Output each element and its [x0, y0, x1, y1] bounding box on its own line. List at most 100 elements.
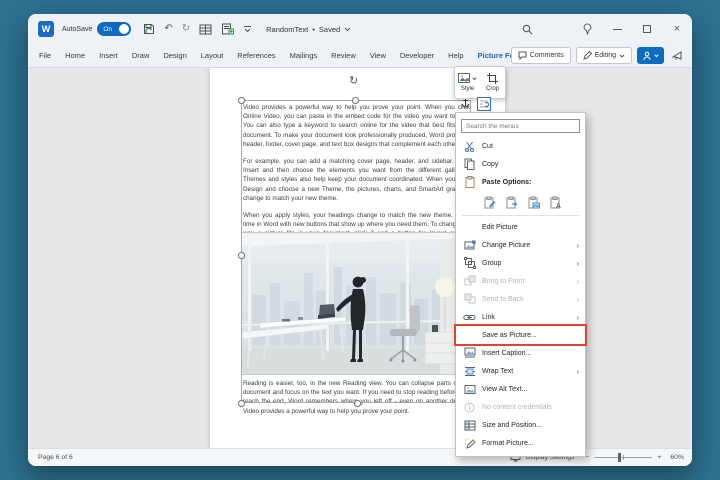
document-picture[interactable]	[241, 232, 471, 375]
submenu-arrow-icon: ›	[576, 367, 579, 376]
menu-item-format-picture[interactable]: Format Picture...	[456, 434, 585, 452]
search-icon[interactable]	[512, 14, 542, 44]
menu-item-group[interactable]: Group ›	[456, 254, 585, 272]
tab-developer[interactable]: Developer	[393, 44, 441, 68]
chevron-down-icon	[344, 27, 351, 32]
close-button[interactable]: ×	[662, 14, 692, 44]
menu-item-size-and-position[interactable]: Size and Position...	[456, 416, 585, 434]
menu-item-copy[interactable]: Copy	[456, 155, 585, 173]
tab-insert[interactable]: Insert	[92, 44, 125, 68]
save-status: Saved	[319, 25, 340, 34]
save-icon[interactable]	[143, 23, 155, 35]
menu-item-change-picture[interactable]: Change Picture ›	[456, 236, 585, 254]
window-controls: ×	[512, 14, 692, 44]
maximize-button[interactable]	[632, 14, 662, 44]
menu-item-link[interactable]: Link ›	[456, 308, 585, 326]
status-bar: Page 6 of 6 Display Settings − + 60%	[28, 448, 692, 466]
menu-item-save-as-picture[interactable]: Save as Picture...	[456, 326, 585, 344]
tab-references[interactable]: References	[230, 44, 282, 68]
style-button[interactable]: Style	[455, 67, 480, 98]
chevron-down-icon	[472, 77, 477, 81]
menu-item-edit-picture[interactable]: Edit Picture	[456, 218, 585, 236]
autosave-state: On	[103, 26, 112, 33]
tab-design[interactable]: Design	[156, 44, 193, 68]
tab-mailings[interactable]: Mailings	[283, 44, 325, 68]
paste-keep-formatting-icon[interactable]	[482, 194, 498, 210]
picture-context-menu: Cut Copy Paste Options:	[455, 112, 586, 457]
title-bar: W AutoSave On ↶ ↻	[28, 14, 692, 44]
submenu-arrow-icon: ›	[576, 241, 579, 250]
menu-item-insert-caption[interactable]: Insert Caption...	[456, 344, 585, 362]
menu-item-label: No content credentials	[482, 404, 579, 411]
zoom-in-button[interactable]: +	[657, 454, 661, 461]
zoom-slider-thumb[interactable]	[618, 453, 621, 462]
group-icon	[462, 257, 477, 269]
menu-item-label: Size and Position...	[482, 422, 579, 429]
document-title[interactable]: RandomText • Saved	[266, 25, 351, 34]
title-separator: •	[312, 25, 315, 34]
submenu-arrow-icon: ›	[576, 277, 579, 286]
tab-home[interactable]: Home	[58, 44, 92, 68]
selection-handle-bottom-left[interactable]	[238, 400, 245, 407]
paragraph: For example, you can add a matching cove…	[243, 157, 470, 203]
format-picture-icon	[462, 437, 477, 449]
paste-merge-formatting-icon[interactable]	[504, 194, 520, 210]
selection-handle-top-left[interactable]	[238, 97, 245, 104]
menu-item-wrap-text[interactable]: Wrap Text ›	[456, 362, 585, 380]
menu-item-label: Edit Picture	[482, 224, 579, 231]
desktop-background: W AutoSave On ↶ ↻	[0, 0, 720, 480]
paste-picture-icon[interactable]	[526, 194, 542, 210]
menu-item-label: Format Picture...	[482, 440, 579, 447]
qat-customize-icon[interactable]	[243, 25, 252, 33]
menu-item-cut[interactable]: Cut	[456, 137, 585, 155]
zoom-slider[interactable]	[594, 457, 652, 458]
tab-layout[interactable]: Layout	[194, 44, 231, 68]
menu-separator	[462, 215, 579, 216]
selection-handle-top-center[interactable]	[352, 97, 359, 104]
editing-mode-button[interactable]: Editing	[576, 47, 632, 64]
zoom-level[interactable]: 60%	[670, 454, 684, 461]
paste-options-row: A	[456, 191, 585, 213]
menu-item-content-credentials: No content credentials	[456, 398, 585, 416]
tab-review[interactable]: Review	[324, 44, 363, 68]
menu-search-box[interactable]	[461, 119, 580, 133]
layout-options-button[interactable]	[477, 97, 491, 111]
chevron-down-icon	[654, 54, 659, 58]
comments-label: Comments	[530, 52, 564, 59]
menu-item-label: Bring to Front	[482, 278, 572, 285]
selection-handle-middle-left[interactable]	[238, 252, 245, 259]
autosave-toggle[interactable]: On	[97, 22, 131, 36]
page-indicator[interactable]: Page 6 of 6	[38, 454, 73, 461]
autosave-label: AutoSave	[62, 26, 92, 33]
tab-draw[interactable]: Draw	[125, 44, 157, 68]
table-icon[interactable]	[199, 24, 212, 35]
word-window: W AutoSave On ↶ ↻	[28, 14, 692, 466]
comments-button[interactable]: Comments	[511, 47, 571, 64]
size-position-icon	[462, 420, 477, 431]
menu-item-label: Paste Options:	[482, 179, 579, 186]
redo-button[interactable]: ↻	[182, 24, 190, 34]
paragraph: Reading is easier, too, in the new Readi…	[243, 379, 470, 416]
selection-handle-bottom-center[interactable]	[354, 400, 361, 407]
undo-button[interactable]: ↶	[164, 24, 172, 34]
minimize-button[interactable]	[602, 14, 632, 44]
ribbon-right-controls: Comments Editing	[511, 47, 684, 64]
menu-search-input[interactable]	[466, 123, 575, 130]
info-icon	[462, 402, 477, 413]
word-logo: W	[38, 21, 54, 37]
bring-to-front-icon	[462, 275, 477, 287]
share-button[interactable]	[637, 47, 664, 64]
menu-item-view-alt-text[interactable]: View Alt Text...	[456, 380, 585, 398]
paste-text-only-icon[interactable]: A	[548, 194, 564, 210]
tab-file[interactable]: File	[32, 44, 58, 68]
quick-access-toolbar: ↶ ↻	[143, 23, 252, 35]
style-label: Style	[461, 86, 474, 92]
rotate-handle[interactable]: ↻	[349, 76, 358, 87]
zoom-out-button[interactable]: −	[585, 454, 589, 461]
presence-icon[interactable]	[572, 14, 602, 44]
tab-view[interactable]: View	[363, 44, 393, 68]
crop-button[interactable]: Crop	[480, 67, 505, 98]
tab-help[interactable]: Help	[441, 44, 470, 68]
feedback-icon[interactable]	[672, 50, 684, 61]
copy-page-icon[interactable]	[221, 23, 234, 35]
